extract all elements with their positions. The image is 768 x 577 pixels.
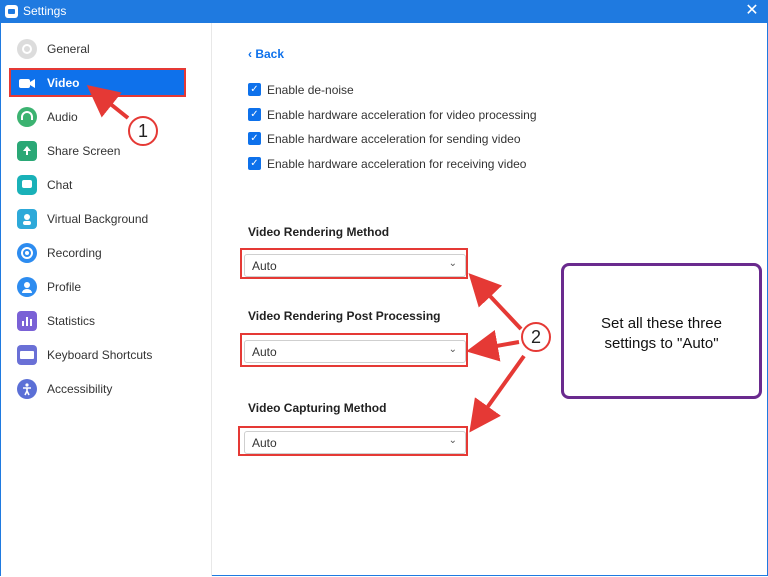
bar-chart-icon	[17, 311, 37, 331]
chat-bubble-icon	[17, 175, 37, 195]
sidebar-item-label: Share Screen	[47, 144, 121, 158]
sidebar-item-label: Statistics	[47, 314, 96, 328]
sidebar-item-keyboard-shortcuts[interactable]: Keyboard Shortcuts	[11, 341, 186, 369]
sidebar-item-label: Audio	[47, 110, 78, 124]
checkbox-label: Enable hardware acceleration for video p…	[267, 108, 537, 122]
chevron-down-icon: ⌄	[448, 344, 457, 355]
sidebar-item-accessibility[interactable]: Accessibility	[11, 375, 186, 403]
close-icon[interactable]: ✕	[742, 1, 762, 21]
checkmark-icon[interactable]: ✓	[248, 108, 261, 121]
back-link[interactable]: ‹ Back	[248, 47, 284, 61]
chevron-down-icon: ⌄	[448, 258, 457, 269]
checkmark-icon[interactable]: ✓	[248, 83, 261, 96]
checkbox-label: Enable hardware acceleration for receivi…	[267, 157, 527, 171]
sidebar-item-label: Accessibility	[47, 382, 113, 396]
sidebar-item-label: Chat	[47, 178, 73, 192]
record-icon	[17, 243, 37, 263]
note-text: Set all these three settings to "Auto"	[601, 315, 722, 352]
sidebar-item-general[interactable]: General	[11, 35, 186, 63]
rendering-method-select[interactable]: Auto ⌄	[244, 254, 466, 277]
person-icon	[17, 277, 37, 297]
section-title-post-processing: Video Rendering Post Processing	[248, 309, 441, 323]
section-title-rendering-method: Video Rendering Method	[248, 225, 390, 239]
checkmark-icon[interactable]: ✓	[248, 157, 261, 170]
sidebar-item-virtual-background[interactable]: Virtual Background	[11, 205, 186, 233]
sidebar-item-label: General	[47, 42, 90, 56]
sidebar-item-share-screen[interactable]: Share Screen	[11, 137, 186, 165]
sidebar-item-label: Profile	[47, 280, 82, 294]
share-screen-icon	[17, 141, 37, 161]
checkbox-label: Enable de-noise	[267, 83, 354, 97]
sidebar-item-statistics[interactable]: Statistics	[11, 307, 186, 335]
chevron-left-icon: ‹	[248, 47, 252, 61]
sidebar: General Video Audio Share Screen Chat Vi…	[1, 23, 212, 576]
keyboard-icon	[17, 345, 37, 365]
sidebar-item-profile[interactable]: Profile	[11, 273, 186, 301]
select-value: Auto	[252, 259, 277, 273]
person-background-icon	[17, 209, 37, 229]
zoom-app-icon	[5, 5, 18, 18]
chevron-down-icon: ⌄	[448, 435, 457, 446]
title-bar: Settings ✕	[0, 0, 768, 23]
back-label: Back	[255, 47, 285, 61]
sidebar-item-recording[interactable]: Recording	[11, 239, 186, 267]
sidebar-item-chat[interactable]: Chat	[11, 171, 186, 199]
callout-step-2: 2	[521, 322, 551, 352]
gear-icon	[17, 39, 37, 59]
select-value: Auto	[252, 436, 277, 450]
sidebar-item-label: Recording	[47, 246, 102, 260]
sidebar-item-label: Virtual Background	[47, 212, 149, 226]
callout-step-1: 1	[128, 116, 158, 146]
instruction-note: Set all these three settings to "Auto"	[561, 263, 762, 399]
sidebar-item-label: Keyboard Shortcuts	[47, 348, 153, 362]
section-title-capturing-method: Video Capturing Method	[248, 401, 387, 415]
window-title: Settings	[23, 4, 67, 18]
capturing-method-select[interactable]: Auto ⌄	[244, 431, 466, 454]
highlight-video-item	[9, 68, 186, 97]
checkmark-icon[interactable]: ✓	[248, 132, 261, 145]
accessibility-icon	[17, 379, 37, 399]
select-value: Auto	[252, 345, 277, 359]
checkbox-label: Enable hardware acceleration for sending…	[267, 132, 521, 146]
post-processing-select[interactable]: Auto ⌄	[244, 340, 466, 363]
sidebar-item-audio[interactable]: Audio	[11, 103, 186, 131]
headphones-icon	[17, 107, 37, 127]
